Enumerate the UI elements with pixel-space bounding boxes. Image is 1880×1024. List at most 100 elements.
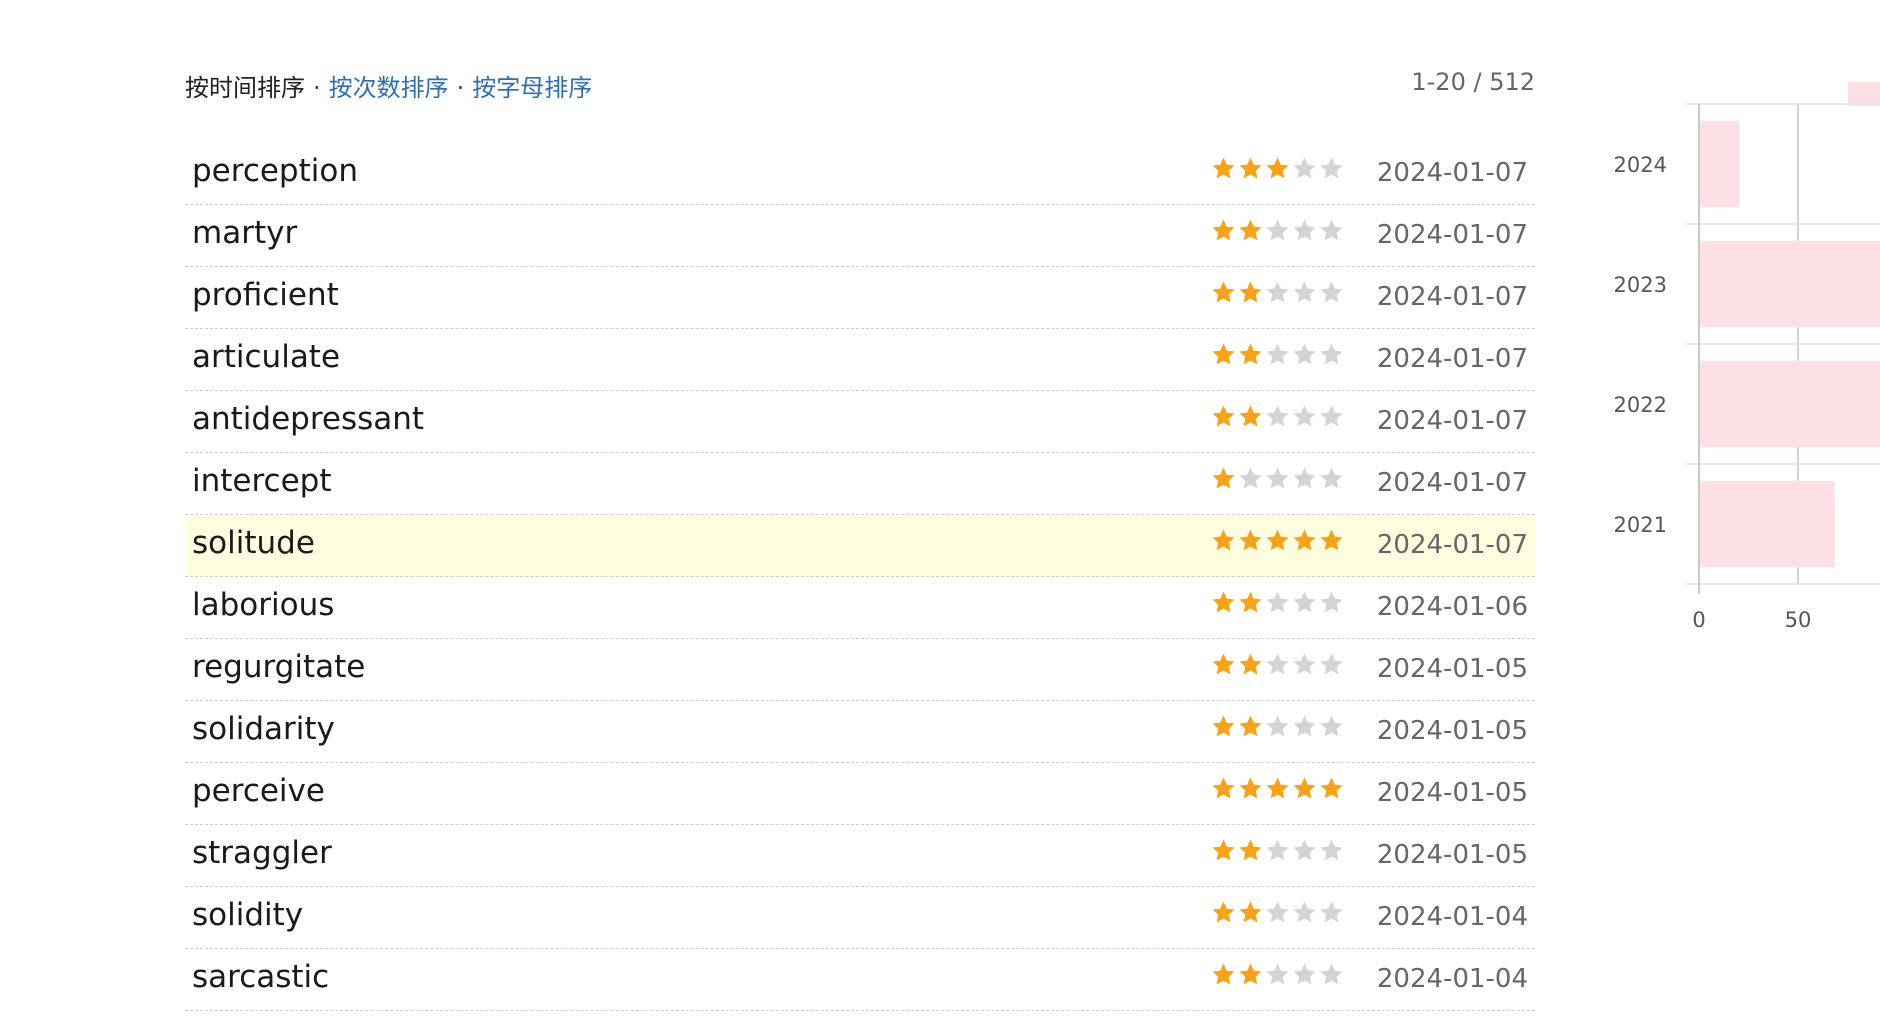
x-tick-label: 0 (1692, 608, 1705, 632)
word-text[interactable]: laborious (192, 587, 334, 623)
word-list: perception 2024-01-07 martyr 2024-01-07 prof… (185, 143, 1535, 1011)
star-empty-icon (1318, 961, 1345, 988)
star-empty-icon (1264, 279, 1291, 306)
bar-2024 (1700, 121, 1740, 207)
word-row[interactable]: perception 2024-01-07 (185, 143, 1535, 205)
star-empty-icon (1291, 899, 1318, 926)
sort-by-count-link[interactable]: 按次数排序 (329, 74, 449, 102)
word-text[interactable]: intercept (192, 463, 332, 499)
star-filled-icon (1210, 775, 1237, 802)
star-filled-icon (1210, 899, 1237, 926)
star-filled-icon (1264, 527, 1291, 554)
word-text[interactable]: straggler (192, 835, 332, 871)
star-empty-icon (1291, 341, 1318, 368)
word-row[interactable]: articulate 2024-01-07 (185, 329, 1535, 391)
word-text[interactable]: solitude (192, 525, 315, 561)
star-empty-icon (1291, 155, 1318, 182)
legend-swatch (1848, 82, 1880, 106)
word-date: 2024-01-04 (1376, 964, 1528, 994)
x-tick-label: 50 (1785, 608, 1812, 632)
word-text[interactable]: proficient (192, 277, 339, 313)
y-tick-label: 2023 (1614, 273, 1667, 297)
star-empty-icon (1318, 403, 1345, 430)
star-empty-icon (1318, 837, 1345, 864)
star-empty-icon (1318, 713, 1345, 740)
star-filled-icon (1237, 589, 1264, 616)
word-row[interactable]: proficient 2024-01-07 (185, 267, 1535, 329)
word-row[interactable]: martyr 2024-01-07 (185, 205, 1535, 267)
star-filled-icon (1210, 403, 1237, 430)
star-empty-icon (1291, 837, 1318, 864)
star-empty-icon (1318, 899, 1345, 926)
word-date: 2024-01-07 (1376, 282, 1528, 312)
word-row[interactable]: laborious 2024-01-06 (185, 577, 1535, 639)
word-date: 2024-01-06 (1376, 592, 1528, 622)
star-rating (1210, 465, 1345, 492)
star-filled-icon (1237, 527, 1264, 554)
word-text[interactable]: solidarity (192, 711, 335, 747)
word-row[interactable]: solitude 2024-01-07 (185, 515, 1535, 577)
star-filled-icon (1237, 155, 1264, 182)
star-rating (1210, 527, 1345, 554)
star-empty-icon (1264, 837, 1291, 864)
word-row[interactable]: solidarity 2024-01-05 (185, 701, 1535, 763)
star-rating (1210, 775, 1345, 802)
star-rating (1210, 155, 1345, 182)
star-filled-icon (1318, 775, 1345, 802)
star-filled-icon (1210, 341, 1237, 368)
word-text[interactable]: solidity (192, 897, 303, 933)
word-date: 2024-01-05 (1376, 778, 1528, 808)
star-filled-icon (1237, 341, 1264, 368)
word-row[interactable]: regurgitate 2024-01-05 (185, 639, 1535, 701)
word-row[interactable]: straggler 2024-01-05 (185, 825, 1535, 887)
star-filled-icon (1237, 899, 1264, 926)
star-empty-icon (1318, 341, 1345, 368)
word-date: 2024-01-07 (1376, 530, 1528, 560)
star-filled-icon (1237, 775, 1264, 802)
star-rating (1210, 217, 1345, 244)
star-filled-icon (1210, 465, 1237, 492)
star-rating (1210, 279, 1345, 306)
word-row[interactable]: perceive 2024-01-05 (185, 763, 1535, 825)
star-empty-icon (1318, 651, 1345, 678)
star-empty-icon (1291, 589, 1318, 616)
star-filled-icon (1210, 217, 1237, 244)
star-filled-icon (1237, 713, 1264, 740)
star-empty-icon (1318, 465, 1345, 492)
star-filled-icon (1210, 527, 1237, 554)
word-text[interactable]: sarcastic (192, 959, 329, 995)
star-empty-icon (1291, 403, 1318, 430)
word-row[interactable]: intercept 2024-01-07 (185, 453, 1535, 515)
sort-options: 按时间排序 · 按次数排序 · 按字母排序 (185, 68, 592, 103)
star-filled-icon (1210, 961, 1237, 988)
word-row[interactable]: sarcastic 2024-01-04 (185, 949, 1535, 1011)
yearly-chart-svg: 2024 2023 2022 2021 0 50 (1614, 82, 1880, 632)
star-empty-icon (1291, 217, 1318, 244)
word-text[interactable]: martyr (192, 215, 297, 251)
sort-by-time-current: 按时间排序 (185, 74, 305, 102)
star-filled-icon (1237, 403, 1264, 430)
star-filled-icon (1318, 527, 1345, 554)
y-tick-label: 2024 (1614, 153, 1667, 177)
star-rating (1210, 837, 1345, 864)
word-text[interactable]: antidepressant (192, 401, 424, 437)
star-filled-icon (1210, 589, 1237, 616)
word-row[interactable]: antidepressant 2024-01-07 (185, 391, 1535, 453)
bar-2022 (1700, 361, 1880, 447)
word-row[interactable]: solidity 2024-01-04 (185, 887, 1535, 949)
word-text[interactable]: articulate (192, 339, 340, 375)
yearly-chart: 2024 2023 2022 2021 0 50 (1590, 70, 1880, 670)
sort-bar: 按时间排序 · 按次数排序 · 按字母排序 1-20 / 512 (185, 64, 1535, 104)
word-text[interactable]: regurgitate (192, 649, 365, 685)
star-empty-icon (1318, 155, 1345, 182)
star-empty-icon (1318, 279, 1345, 306)
star-empty-icon (1318, 589, 1345, 616)
word-text[interactable]: perceive (192, 773, 325, 809)
star-empty-icon (1264, 217, 1291, 244)
bar-2021 (1700, 481, 1835, 567)
word-text[interactable]: perception (192, 153, 358, 189)
star-empty-icon (1264, 899, 1291, 926)
word-date: 2024-01-07 (1376, 406, 1528, 436)
sort-by-alpha-link[interactable]: 按字母排序 (472, 74, 592, 102)
star-filled-icon (1210, 651, 1237, 678)
